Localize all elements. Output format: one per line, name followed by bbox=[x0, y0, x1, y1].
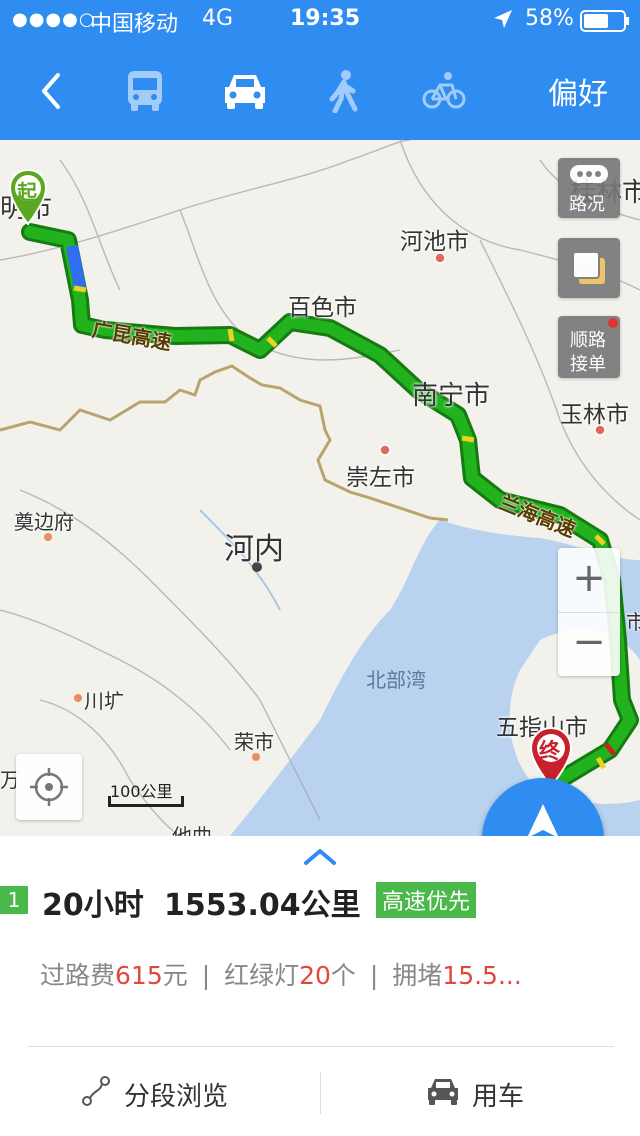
place-label: 川圹 bbox=[84, 689, 124, 713]
locate-icon bbox=[30, 768, 68, 806]
separator: | bbox=[201, 961, 211, 990]
route-details-row: 过路费615元 | 红绿灯20个 | 拥堵15.5... bbox=[40, 956, 522, 992]
mode-car-button[interactable] bbox=[216, 62, 274, 120]
toll-value: 615 bbox=[115, 961, 163, 990]
route-summary-row[interactable]: 1 20小时 1553.04公里 高速优先 bbox=[0, 880, 640, 923]
back-icon bbox=[42, 73, 60, 109]
separator: | bbox=[369, 961, 379, 990]
order-button[interactable]: 顺路 接单 bbox=[558, 316, 620, 378]
back-button[interactable] bbox=[28, 62, 72, 120]
traffic-icon bbox=[570, 165, 608, 183]
lights-label: 红绿灯 bbox=[224, 961, 300, 990]
order-label-line1: 顺路 bbox=[570, 330, 606, 351]
expand-chevron-icon[interactable] bbox=[303, 848, 337, 866]
place-label: 奠边府 bbox=[14, 510, 74, 534]
place-label: 崇左市 bbox=[346, 465, 415, 491]
segments-icon bbox=[82, 1076, 110, 1106]
jam-value: 15.5... bbox=[442, 961, 522, 990]
preference-button[interactable]: 偏好 bbox=[538, 62, 618, 120]
battery-icon bbox=[580, 10, 630, 38]
zoom-control: + − bbox=[558, 548, 620, 676]
place-label: 百色市 bbox=[288, 295, 357, 321]
clock: 19:35 bbox=[290, 6, 361, 31]
place-label: 市 bbox=[626, 610, 640, 634]
toll-label: 过路费 bbox=[40, 961, 116, 990]
battery-percent: 58% bbox=[525, 6, 574, 31]
start-marker[interactable]: 起 bbox=[8, 168, 48, 228]
country-border bbox=[0, 364, 449, 522]
place-label: 荣市 bbox=[234, 730, 274, 754]
carrier: 中国移动 bbox=[90, 12, 179, 37]
traffic-label: 路况 bbox=[569, 194, 605, 215]
bus-icon bbox=[128, 71, 162, 111]
signal-strength: ●●●●○ bbox=[12, 9, 96, 30]
divider bbox=[28, 1046, 614, 1047]
route-distance: 1553.04公里 bbox=[164, 888, 361, 923]
mode-bike-button[interactable] bbox=[418, 62, 470, 120]
lights-unit: 个 bbox=[330, 961, 356, 990]
place-label: 玉林市 bbox=[560, 402, 629, 428]
car-icon bbox=[428, 1079, 458, 1105]
jam-label: 拥堵 bbox=[392, 961, 443, 990]
zoom-out-button[interactable]: − bbox=[558, 612, 620, 676]
start-marker-label: 起 bbox=[17, 180, 37, 204]
route-map[interactable]: 明市 桂林市 河池市 百色市 南宁市 玉林市 崇左市 奠边府 河内 北部湾 五指… bbox=[0, 140, 640, 836]
segment-browse-button[interactable]: 分段浏览 bbox=[0, 1048, 320, 1136]
route-slow-segment bbox=[66, 244, 86, 290]
notification-dot-icon bbox=[608, 318, 618, 328]
route-summary-panel: 1 20小时 1553.04公里 高速优先 过路费615元 | 红绿灯20个 |… bbox=[0, 836, 640, 1136]
location-arrow-icon bbox=[492, 8, 514, 36]
mode-bus-button[interactable] bbox=[118, 62, 172, 120]
route-mode-bar: 偏好 bbox=[0, 42, 640, 140]
use-car-label: 用车 bbox=[472, 1082, 525, 1112]
locate-button[interactable] bbox=[16, 754, 82, 820]
walk-icon bbox=[329, 70, 358, 113]
layers-button[interactable] bbox=[558, 238, 620, 298]
sea-label: 北部湾 bbox=[366, 668, 426, 692]
place-label: 他曲 bbox=[172, 824, 212, 836]
lights-value: 20 bbox=[299, 961, 331, 990]
layers-icon bbox=[572, 251, 605, 284]
car-icon bbox=[225, 75, 265, 109]
route-index-badge: 1 bbox=[0, 886, 28, 914]
scale-bar: 100公里 bbox=[108, 778, 184, 808]
segment-browse-label: 分段浏览 bbox=[124, 1082, 229, 1112]
status-bar: ●●●●○ 中国移动 4G 19:35 58% bbox=[0, 0, 640, 42]
use-car-button[interactable]: 用车 bbox=[320, 1048, 640, 1136]
zoom-in-button[interactable]: + bbox=[558, 548, 620, 613]
traffic-button[interactable]: 路况 bbox=[558, 158, 620, 218]
toll-unit: 元 bbox=[162, 961, 188, 990]
mode-walk-button[interactable] bbox=[318, 62, 368, 120]
place-label: 河池市 bbox=[400, 229, 469, 255]
route-duration: 20小时 bbox=[42, 888, 144, 923]
scale-line bbox=[108, 796, 184, 807]
end-marker-label: 终 bbox=[539, 739, 560, 763]
network-type: 4G bbox=[202, 6, 234, 31]
order-label-line2: 接单 bbox=[570, 354, 606, 375]
route-tag: 高速优先 bbox=[376, 882, 477, 918]
bike-icon bbox=[422, 72, 466, 109]
place-label: 河内 bbox=[224, 532, 284, 567]
place-label: 南宁市 bbox=[412, 381, 491, 411]
